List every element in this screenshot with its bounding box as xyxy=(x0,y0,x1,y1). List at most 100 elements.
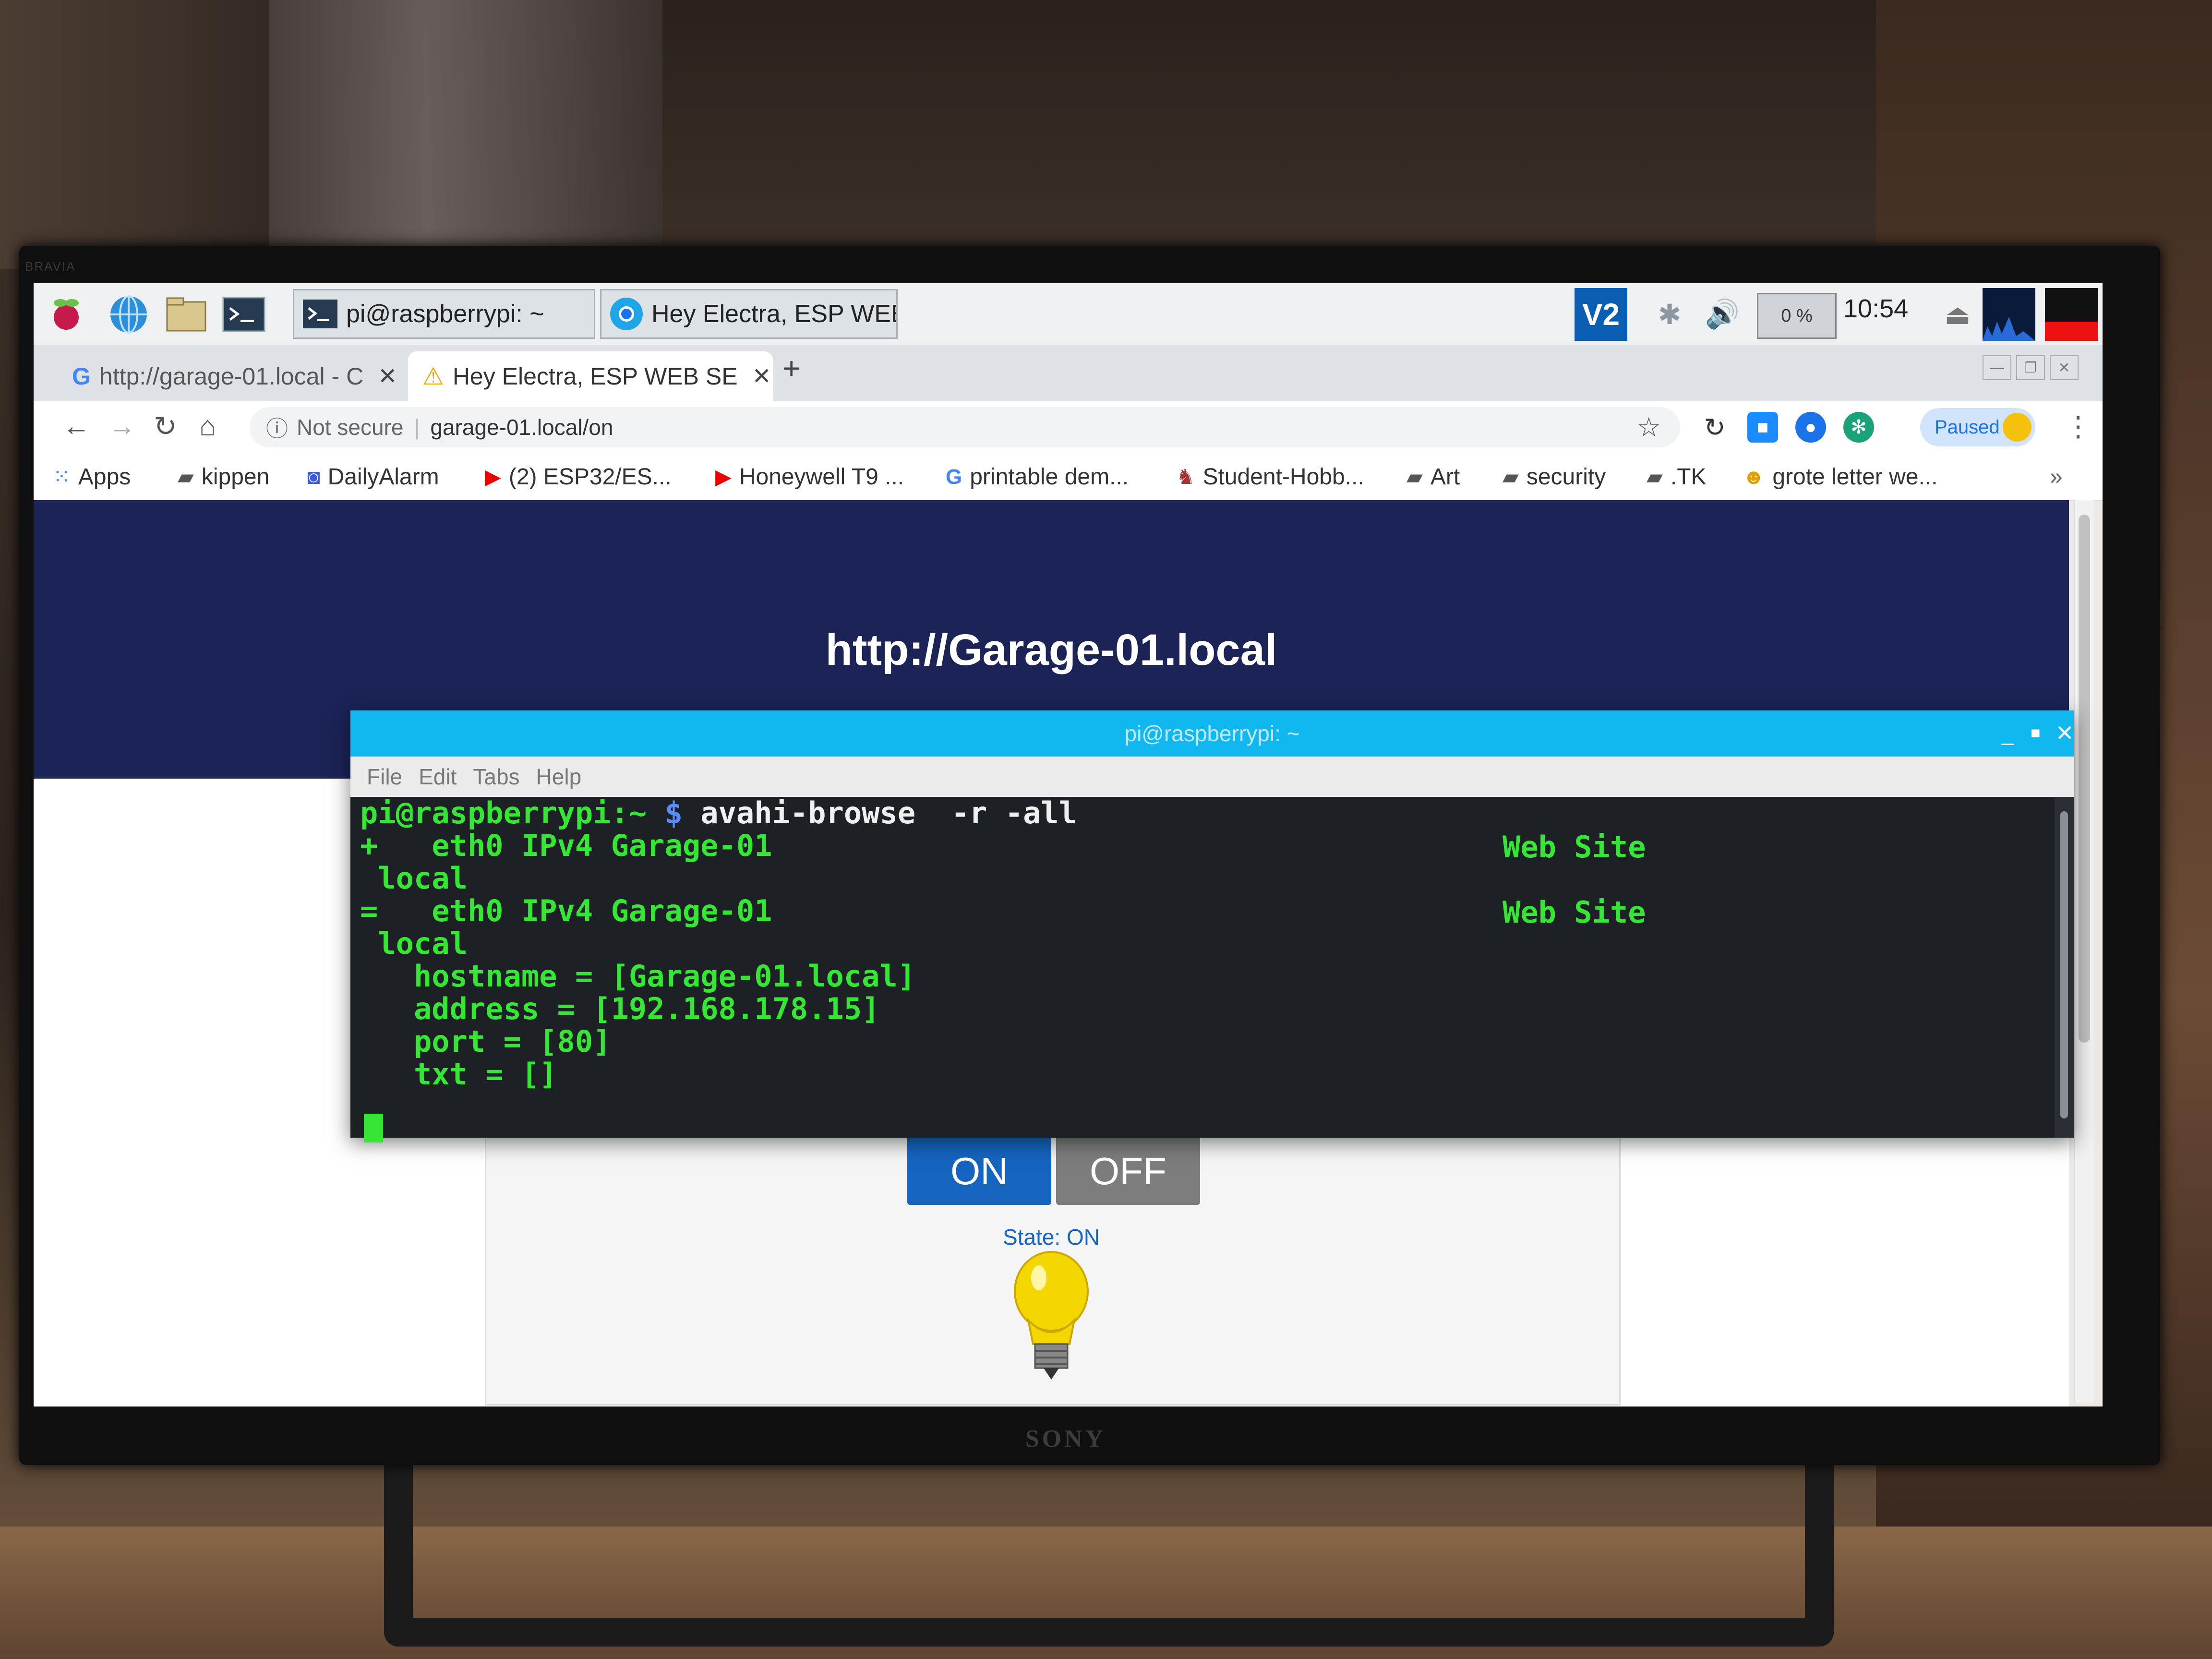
terminal-scrollbar-thumb[interactable] xyxy=(2060,811,2068,1118)
aperture-extension-icon[interactable]: ✻ xyxy=(1843,412,1874,443)
tv-brand-logo: SONY xyxy=(1025,1425,1106,1453)
close-tab-icon[interactable]: ✕ xyxy=(752,363,771,390)
terminal-output[interactable]: pi@raspberrypi:~ $ avahi-browse -r -all … xyxy=(360,797,2050,1133)
bookmark-tk[interactable]: ▰ .TK xyxy=(1647,464,1707,490)
minimize-window-icon[interactable]: — xyxy=(1983,355,2011,380)
taskbar-clock[interactable]: 10:54 xyxy=(1843,294,1908,324)
url-text[interactable]: garage-01.local/on xyxy=(430,414,613,440)
forward-icon[interactable]: → xyxy=(108,410,136,442)
terminal-icon xyxy=(301,295,339,333)
terminal-close-icon[interactable]: ✕ xyxy=(2056,720,2074,746)
emoji-icon: ☻ xyxy=(1743,465,1765,489)
new-tab-button[interactable]: + xyxy=(782,350,800,386)
bookmark-art[interactable]: ▰ Art xyxy=(1407,464,1460,490)
bookmark-dailyalarm[interactable]: ◙ DailyAlarm xyxy=(307,464,439,490)
eject-icon[interactable]: ⏏ xyxy=(1935,293,1981,336)
page-scrollbar[interactable] xyxy=(2074,500,2094,1403)
bookmark-label: Apps xyxy=(78,464,131,490)
bluetooth-icon[interactable]: ✱ xyxy=(1647,293,1693,336)
avatar xyxy=(2003,413,2032,442)
background-curtain xyxy=(269,0,662,259)
cpu-usage-text: 0 % xyxy=(1781,305,1813,326)
volume-icon[interactable]: 🔊 xyxy=(1699,293,1745,336)
bookmark-printable[interactable]: Gprintable dem... xyxy=(946,464,1129,490)
close-tab-icon[interactable]: ✕ xyxy=(378,363,397,390)
bookmark-label: printable dem... xyxy=(970,464,1129,490)
browser-tab-strip: G http://garage-01.local - C ✕ ⚠ Hey Ele… xyxy=(34,345,2103,401)
cpu-monitor-icon[interactable]: 0 % xyxy=(1757,293,1837,339)
folder-icon: ▰ xyxy=(1503,465,1519,489)
profile-status: Paused xyxy=(1935,416,2000,438)
tv-bravia-label: BRAVIA xyxy=(25,259,76,274)
bookmark-student-hobby[interactable]: ♞ Student-Hobb... xyxy=(1176,464,1364,490)
page-title: http://Garage-01.local xyxy=(825,625,1277,674)
file-manager-icon[interactable] xyxy=(163,293,209,336)
menu-tabs[interactable]: Tabs xyxy=(473,764,519,790)
home-icon[interactable]: ⌂ xyxy=(199,410,216,442)
bookmark-label: kippen xyxy=(201,464,270,490)
menu-file[interactable]: File xyxy=(367,764,402,790)
terminal-titlebar[interactable]: pi@raspberrypi: ~ _ ■ ✕ xyxy=(350,710,2074,757)
tab-garage[interactable]: G http://garage-01.local - C ✕ xyxy=(58,351,398,401)
profile-paused-button[interactable]: Paused xyxy=(1920,408,2035,446)
terminal-line: port = [80] xyxy=(360,1024,611,1059)
terminal-command: avahi-browse -r -all xyxy=(700,795,1077,830)
chrome-menu-icon[interactable]: ⋮ xyxy=(2064,410,2092,443)
close-window-icon[interactable]: ✕ xyxy=(2050,355,2079,380)
terminal-scrollbar[interactable] xyxy=(2055,797,2074,1138)
google-icon: G xyxy=(72,363,91,390)
menu-help[interactable]: Help xyxy=(536,764,582,790)
bookmark-label: Honeywell T9 ... xyxy=(739,464,904,490)
more-bookmarks-button[interactable]: » xyxy=(2050,464,2063,490)
bookmarks-bar: ⁙ Apps ▰ kippen ◙ DailyAlarm ▶ (2) ESP32/ES.… xyxy=(34,454,2103,501)
terminal-title: pi@raspberrypi: ~ xyxy=(1124,721,1300,746)
sync-extension-icon[interactable]: ↻ xyxy=(1699,412,1730,443)
raspberry-menu-icon[interactable] xyxy=(43,293,89,336)
terminal-line: + eth0 IPv4 Garage-01 xyxy=(360,828,772,863)
google-icon: G xyxy=(946,465,962,489)
bookmark-apps[interactable]: ⁙ Apps xyxy=(53,464,131,490)
menu-edit[interactable]: Edit xyxy=(419,764,457,790)
youtube-icon: ▶ xyxy=(485,465,501,489)
zoom-extension-icon[interactable]: ■ xyxy=(1747,412,1778,443)
omnibox-divider: | xyxy=(414,415,420,440)
chromium-icon xyxy=(608,295,645,333)
reload-icon[interactable]: ↻ xyxy=(154,410,177,443)
tab-label: Hey Electra, ESP WEB SE xyxy=(452,363,738,390)
terminal-window: pi@raspberrypi: ~ _ ■ ✕ File Edit Tabs H… xyxy=(350,710,2074,1142)
tv-stand xyxy=(384,1455,1834,1647)
back-icon[interactable]: ← xyxy=(62,410,90,442)
bookmark-star-icon[interactable]: ☆ xyxy=(1637,411,1661,443)
apps-grid-icon: ⁙ xyxy=(53,465,71,489)
terminal-minimize-icon[interactable]: _ xyxy=(2002,720,2014,746)
bookmark-label: Student-Hobb... xyxy=(1202,464,1364,490)
address-bar[interactable]: ⓘ Not secure | garage-01.local/on ☆ xyxy=(250,407,1680,447)
taskbar-task-browser[interactable]: Hey Electra, ESP WEB... xyxy=(600,289,898,339)
student-icon: ♞ xyxy=(1176,465,1195,489)
terminal-line: address = [192.168.178.15] xyxy=(360,991,880,1026)
web-browser-icon[interactable] xyxy=(106,293,152,336)
bookmark-label: security xyxy=(1526,464,1606,490)
bookmark-label: .TK xyxy=(1670,464,1707,490)
service-type-label: Web Site xyxy=(1503,895,1646,930)
terminal-line: local xyxy=(360,861,468,896)
blue-circle-extension-icon[interactable]: ● xyxy=(1795,412,1826,443)
bookmark-grote-letter[interactable]: ☻ grote letter we... xyxy=(1743,464,1937,490)
restore-window-icon[interactable]: ❐ xyxy=(2016,355,2045,380)
vnc-icon[interactable]: V2 xyxy=(1575,288,1627,341)
terminal-line: local xyxy=(360,926,468,961)
cpu-graph xyxy=(1983,288,2035,341)
taskbar-task-terminal[interactable]: pi@raspberrypi: ~ xyxy=(293,289,595,339)
info-icon[interactable]: ⓘ xyxy=(266,411,288,443)
tab-esp-web-server[interactable]: ⚠ Hey Electra, ESP WEB SE ✕ xyxy=(408,351,773,401)
tab-label: http://garage-01.local - C xyxy=(99,363,364,390)
page-scrollbar-thumb[interactable] xyxy=(2079,515,2090,1043)
bookmark-honeywell[interactable]: ▶ Honeywell T9 ... xyxy=(715,464,904,490)
terminal-line: txt = [] xyxy=(360,1057,557,1092)
bookmark-label: DailyAlarm xyxy=(327,464,439,490)
bookmark-kippen[interactable]: ▰ kippen xyxy=(178,464,269,490)
terminal-maximize-icon[interactable]: ■ xyxy=(2031,724,2041,743)
bookmark-security[interactable]: ▰ security xyxy=(1503,464,1606,490)
bookmark-esp32[interactable]: ▶ (2) ESP32/ES... xyxy=(485,464,672,490)
terminal-icon[interactable] xyxy=(221,293,267,336)
